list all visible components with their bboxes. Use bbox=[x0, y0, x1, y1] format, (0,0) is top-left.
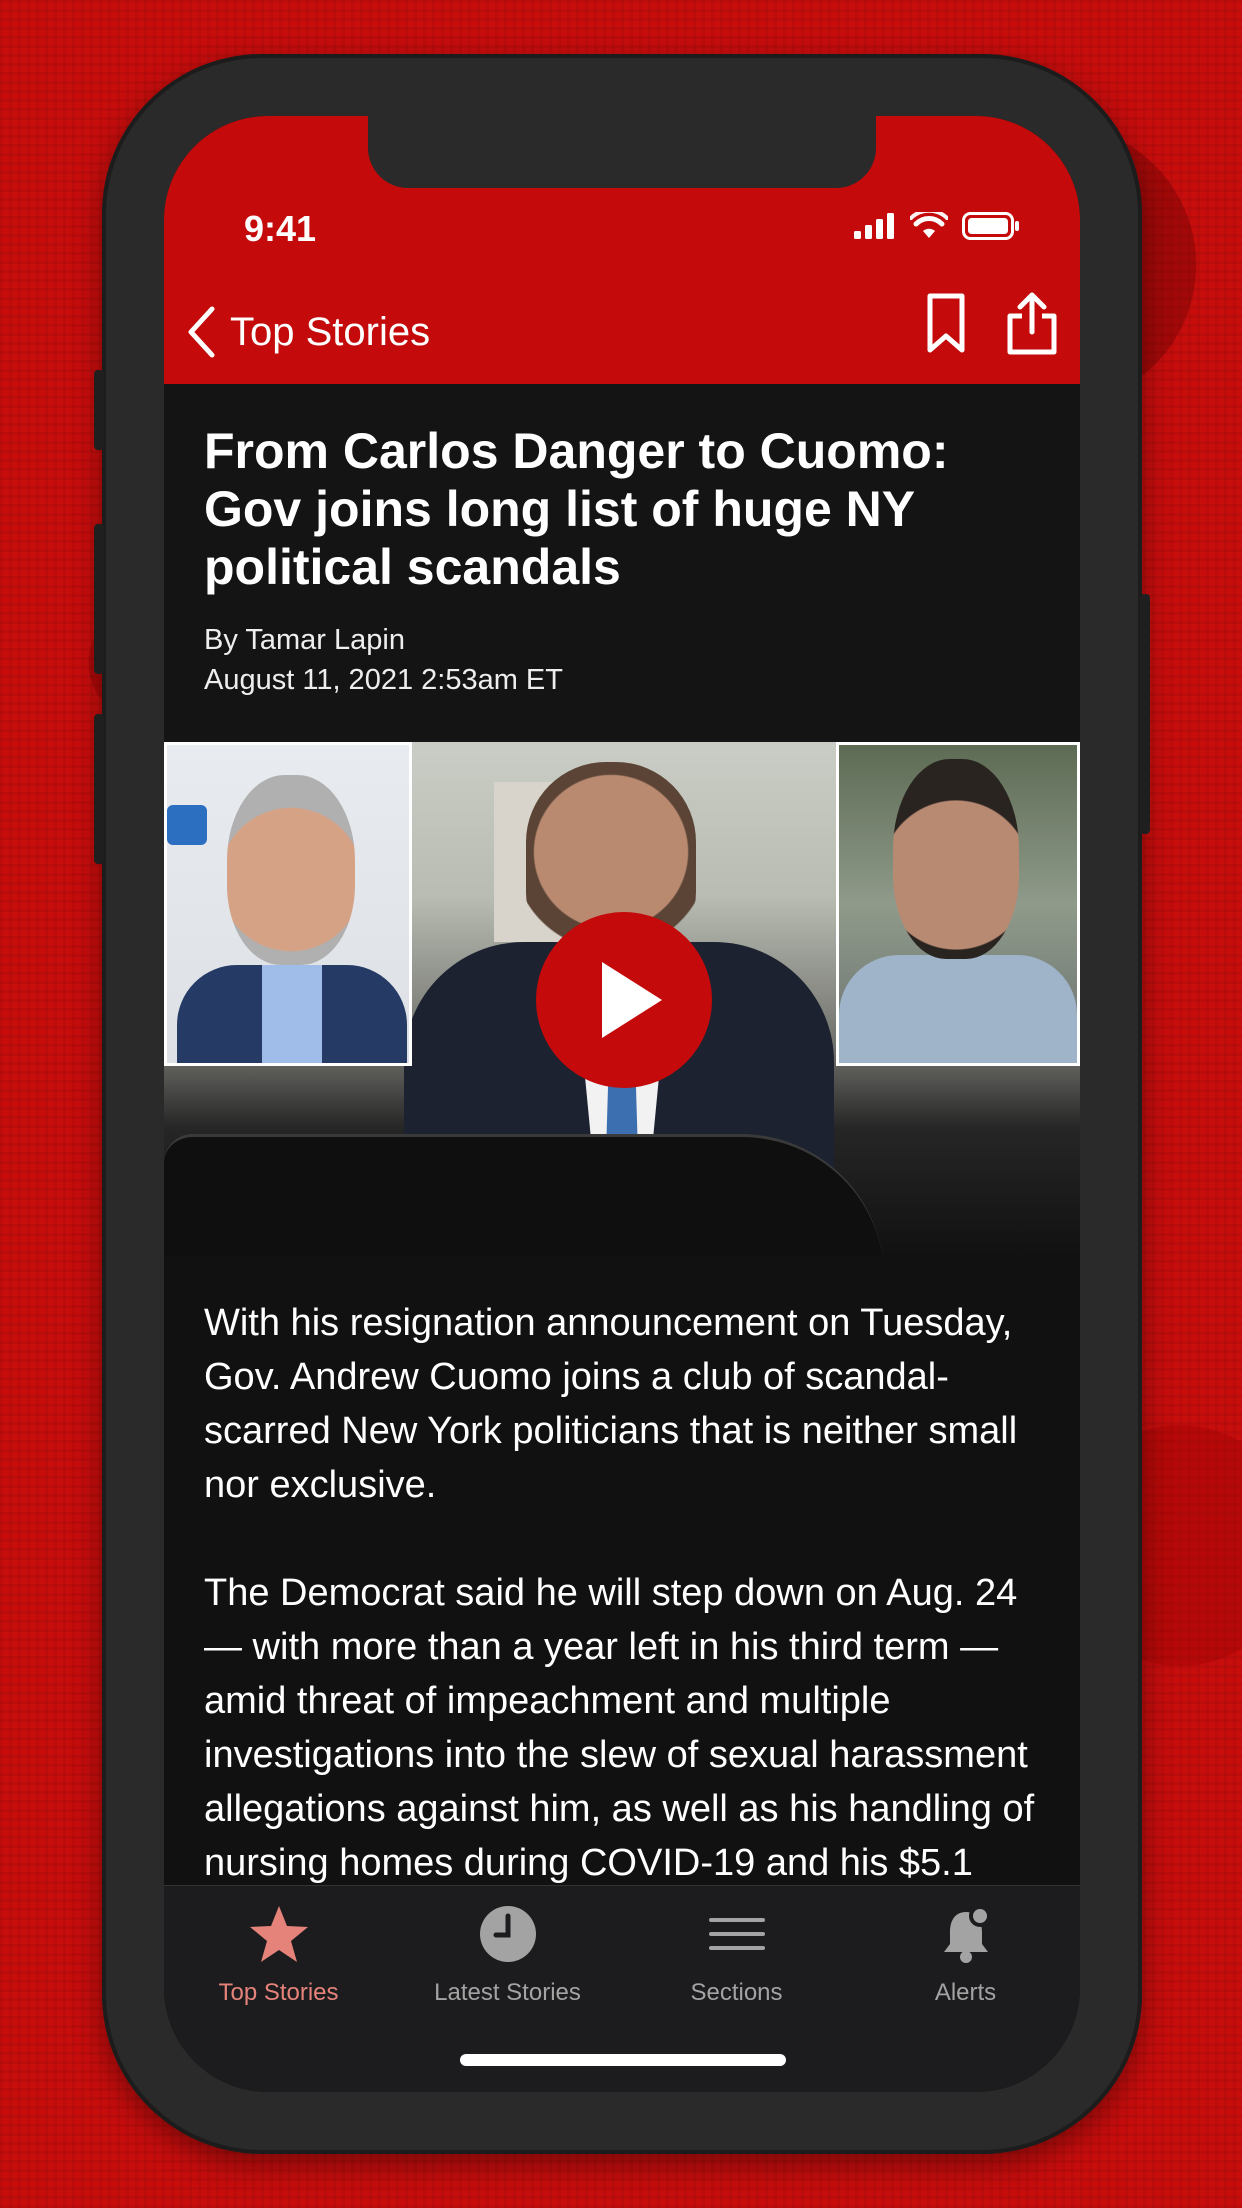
article-paragraph: With his resignation announcement on Tue… bbox=[204, 1302, 1018, 1506]
inset-logo-fragment bbox=[167, 805, 207, 845]
clock-icon bbox=[479, 1906, 536, 1962]
inset-photo-left bbox=[164, 742, 412, 1066]
cellular-signal-icon bbox=[854, 213, 894, 239]
phone-side-button bbox=[94, 524, 104, 674]
tab-sections[interactable]: Sections bbox=[622, 1904, 851, 2007]
inset-left-shirt bbox=[262, 965, 322, 1063]
article-video-thumbnail[interactable] bbox=[164, 742, 1080, 1256]
bell-icon bbox=[943, 1905, 991, 1963]
tab-label: Latest Stories bbox=[434, 1979, 581, 2006]
back-button-label: Top Stories bbox=[230, 309, 431, 354]
phone-side-button bbox=[1140, 594, 1150, 834]
phone-frame: 9:41 Top Stories From Carlos Danger to C… bbox=[94, 54, 1150, 2154]
notch bbox=[368, 116, 876, 188]
play-button[interactable] bbox=[536, 912, 712, 1088]
battery-icon bbox=[962, 212, 1019, 240]
article-header: From Carlos Danger to Cuomo: Gov joins l… bbox=[164, 384, 1080, 742]
tab-label: Sections bbox=[690, 1979, 783, 2006]
share-icon bbox=[1007, 292, 1057, 355]
tab-bar: Top Stories Latest Stories Sections Aler… bbox=[164, 1885, 1080, 2092]
header-bar: 9:41 Top Stories bbox=[164, 116, 1080, 384]
tab-latest-stories[interactable]: Latest Stories bbox=[393, 1904, 622, 2007]
app-screen: 9:41 Top Stories From Carlos Danger to C… bbox=[164, 116, 1080, 2092]
phone-side-button bbox=[94, 714, 104, 864]
status-icons bbox=[854, 212, 1020, 240]
wifi-icon bbox=[910, 212, 948, 238]
tab-label: Top Stories bbox=[218, 1979, 339, 2006]
photo-car-door bbox=[164, 1134, 884, 1256]
inset-left-face bbox=[227, 775, 355, 965]
inset-right-body bbox=[839, 955, 1077, 1063]
tab-top-stories[interactable]: Top Stories bbox=[164, 1904, 393, 2007]
article-date: August 11, 2021 2:53am ET bbox=[204, 664, 563, 696]
article-headline: From Carlos Danger to Cuomo: Gov joins l… bbox=[204, 423, 949, 595]
star-icon bbox=[249, 1906, 308, 1962]
menu-icon bbox=[708, 1918, 765, 1950]
back-button[interactable]: Top Stories bbox=[186, 306, 430, 358]
phone-side-button bbox=[94, 370, 104, 450]
chevron-left-icon bbox=[188, 306, 215, 358]
bookmark-button[interactable] bbox=[918, 292, 974, 356]
tab-alerts[interactable]: Alerts bbox=[851, 1904, 1080, 2007]
bookmark-icon bbox=[927, 293, 965, 353]
share-button[interactable] bbox=[1004, 292, 1060, 356]
status-time: 9:41 bbox=[244, 208, 317, 249]
article-byline: By Tamar Lapin bbox=[204, 624, 405, 656]
inset-right-face bbox=[893, 759, 1019, 959]
inset-photo-right bbox=[836, 742, 1080, 1066]
tab-label: Alerts bbox=[934, 1979, 997, 2006]
home-indicator[interactable] bbox=[460, 2054, 786, 2066]
play-icon bbox=[602, 962, 662, 1038]
nav-actions bbox=[918, 292, 1060, 356]
